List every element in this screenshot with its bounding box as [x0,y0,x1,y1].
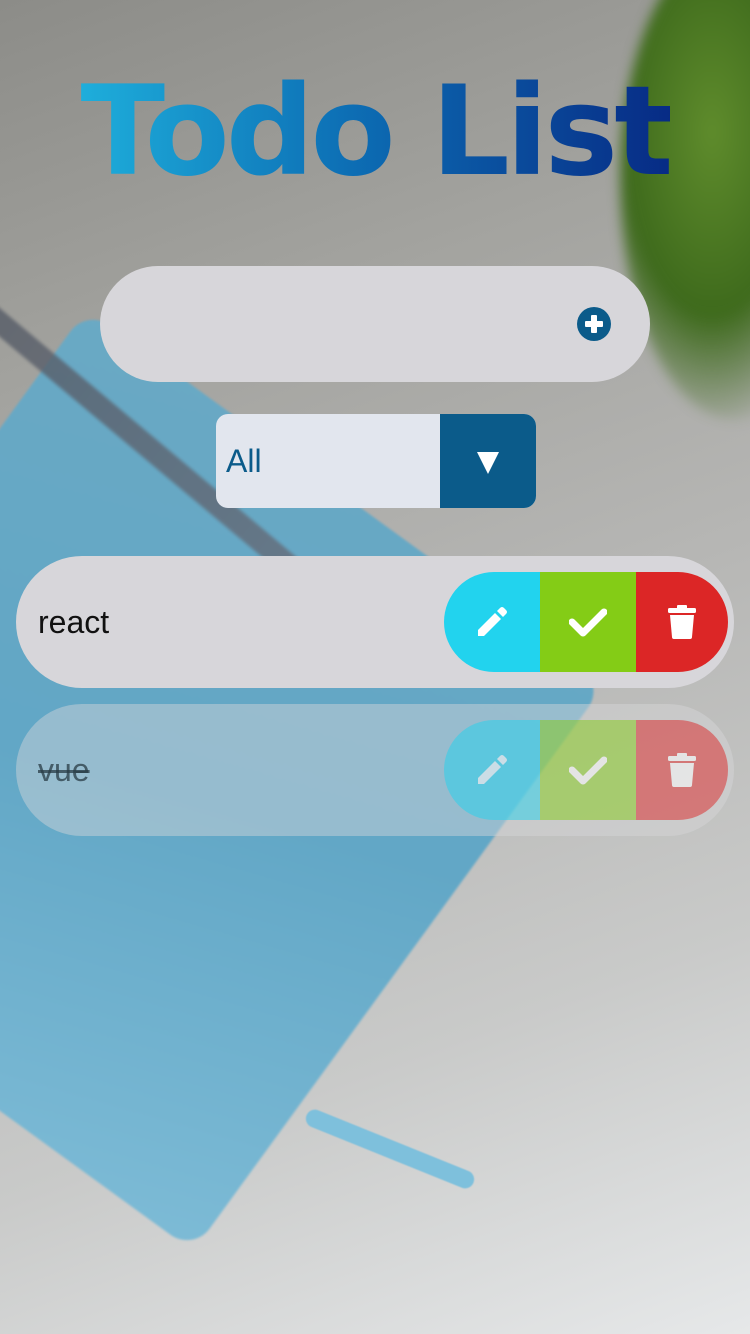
todo-actions [444,720,728,820]
page-title-text: Todo List [80,60,673,204]
add-todo-button[interactable] [577,307,611,341]
new-todo-bar [100,266,650,382]
trash-icon [668,605,696,639]
check-icon [569,756,607,785]
check-icon [569,608,607,637]
new-todo-input[interactable] [140,296,564,354]
todo-item: react [16,556,734,688]
todo-actions [444,572,728,672]
page-title: Todo List [0,62,750,202]
todo-item: vue [16,704,734,836]
edit-button[interactable] [444,572,540,672]
pencil-icon [478,755,507,784]
triangle-down-icon [477,452,499,474]
complete-button[interactable] [540,572,636,672]
filter-select[interactable]: All [216,414,536,508]
delete-button[interactable] [636,720,728,820]
pencil-icon [478,607,507,636]
filter-selected-value: All [226,443,262,479]
todo-item-text: vue [38,752,90,788]
filter-dropdown-toggle[interactable] [440,414,536,508]
todo-item-text: react [38,604,110,640]
complete-button[interactable] [540,720,636,820]
trash-icon [668,753,696,787]
edit-button[interactable] [444,720,540,820]
background-bookmark-ribbon [303,1106,477,1192]
delete-button[interactable] [636,572,728,672]
